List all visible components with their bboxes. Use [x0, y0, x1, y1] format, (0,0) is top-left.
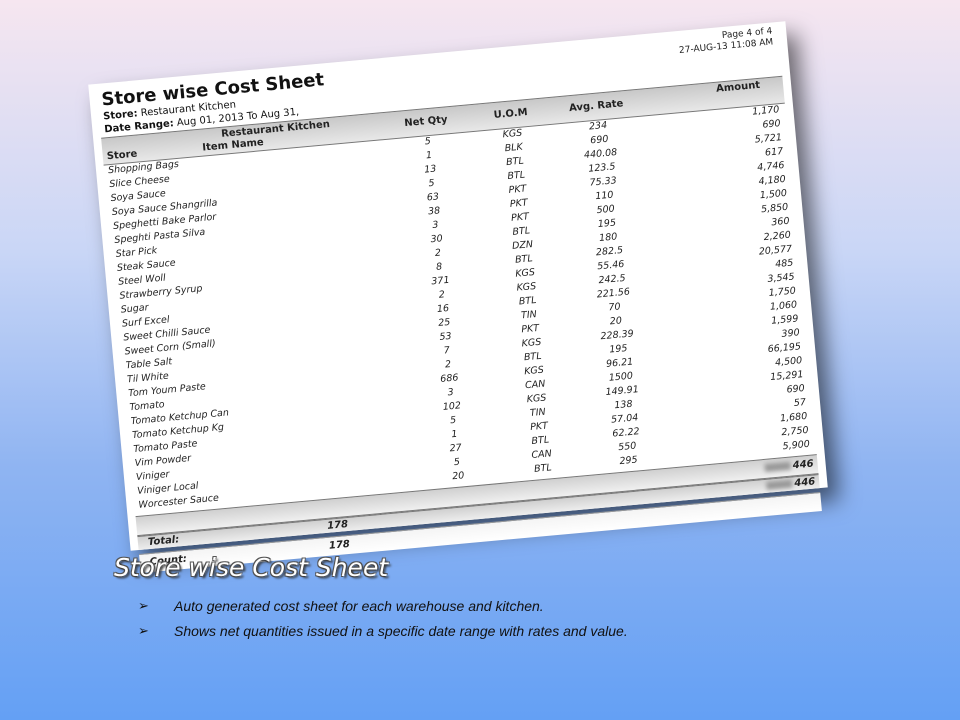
cell-uom: BTL: [531, 434, 550, 447]
table-body: Shopping Bags 5 KGS 234 1,170 Slice Cheese 1 BL…: [104, 104, 817, 515]
cell-uom: BTL: [514, 253, 534, 266]
cell-uom: BTL: [512, 225, 531, 238]
cell-uom: PKT: [508, 183, 527, 196]
arrow-bullet-icon: ➢: [138, 598, 149, 613]
col-avg-rate: Avg. Rate: [568, 98, 624, 115]
count-value: 178: [328, 538, 351, 552]
cell-uom: PKT: [529, 420, 549, 434]
cell-uom: TIN: [529, 406, 547, 419]
cell-name: Til White: [126, 370, 170, 386]
bullet-item: ➢ Shows net quantities issued in a speci…: [138, 623, 628, 639]
cell-uom: BTL: [506, 169, 526, 183]
cell-uom: KGS: [526, 392, 547, 406]
cell-name: Viniger: [135, 468, 170, 483]
cell-uom: BTL: [505, 155, 525, 169]
bullet-item: ➢ Auto generated cost sheet for each war…: [138, 598, 628, 614]
total-qty: 178: [326, 518, 349, 532]
cell-uom: CAN: [531, 448, 553, 462]
report-sheet: Page 4 of 4 27-AUG-13 11:08 AM Store wis…: [88, 21, 828, 551]
cell-uom: KGS: [521, 336, 542, 350]
col-amount: Amount: [715, 79, 761, 95]
cell-name: Star Pick: [115, 245, 158, 260]
page-info: Page 4 of 4 27-AUG-13 11:08 AM: [678, 26, 774, 56]
arrow-bullet-icon: ➢: [138, 623, 149, 638]
total-label: Total:: [147, 534, 180, 549]
slide-caption: Store wise Cost Sheet: [114, 553, 389, 582]
cell-uom: BTL: [518, 294, 537, 308]
cell-uom: KGS: [502, 127, 523, 141]
cell-uom: KGS: [514, 266, 536, 280]
redacted-mark: [764, 461, 792, 472]
cell-uom: PKT: [520, 322, 540, 336]
bullet-text: Auto generated cost sheet for each wareh…: [174, 598, 544, 614]
col-net-qty: Net Qty: [403, 114, 448, 130]
cell-uom: TIN: [520, 309, 538, 322]
store-label: Store:: [102, 108, 139, 123]
cell-uom: DZN: [511, 239, 534, 252]
total-amount: 446: [766, 476, 816, 491]
cell-uom: PKT: [509, 197, 529, 210]
cell-name: Tomato: [129, 399, 166, 414]
cell-uom: BLK: [504, 141, 524, 155]
col-store: Store: [106, 148, 138, 163]
group-total-amount: 446: [764, 459, 814, 474]
cell-uom: KGS: [523, 364, 545, 378]
cell-uom: PKT: [510, 211, 530, 224]
bullet-text: Shows net quantities issued in a specifi…: [174, 623, 628, 639]
cell-uom: BTL: [523, 350, 543, 364]
redacted-mark: [766, 479, 793, 490]
cell-uom: KGS: [516, 280, 537, 294]
cell-uom: CAN: [524, 378, 546, 392]
col-uom: U.O.M: [493, 107, 529, 122]
cell-name: Sugar: [120, 302, 149, 316]
bullet-list: ➢ Auto generated cost sheet for each war…: [138, 598, 628, 648]
cell-uom: BTL: [533, 462, 553, 475]
